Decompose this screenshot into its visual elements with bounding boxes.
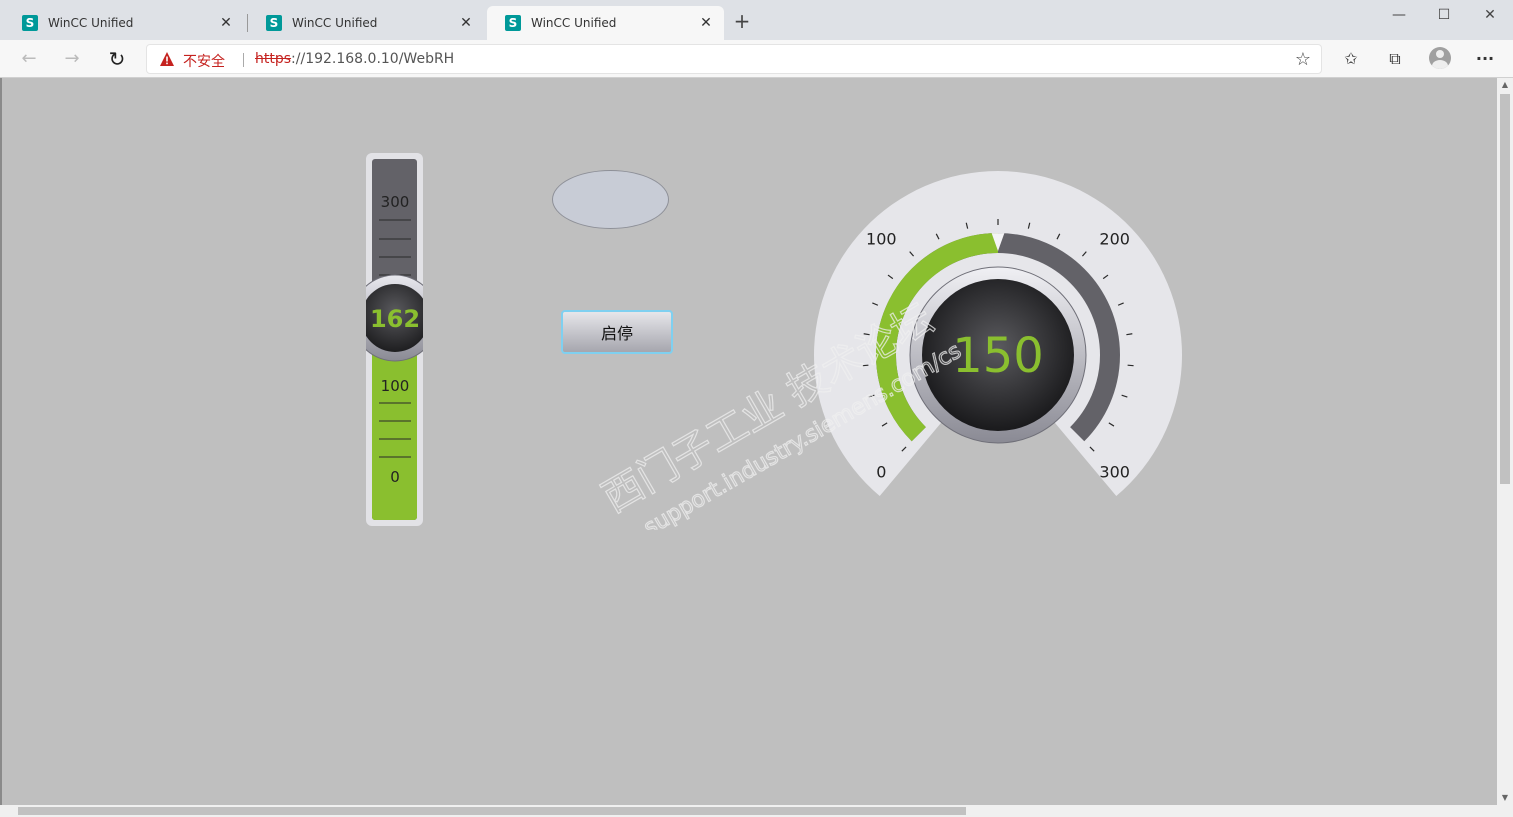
collections-icon[interactable]: ⧉	[1384, 48, 1406, 70]
url-host-path: ://192.168.0.10/WebRH	[291, 51, 455, 67]
gauge-value: 150	[952, 328, 1044, 384]
scroll-down-icon[interactable]: ▼	[1497, 791, 1513, 805]
back-button[interactable]: ←	[16, 46, 42, 72]
scrollbar-corner	[1497, 805, 1513, 817]
refresh-button[interactable]: ↻	[104, 46, 130, 72]
gauge: 0 100 200 300 150	[814, 171, 1182, 496]
favorites-icon[interactable]: ✩	[1340, 48, 1362, 70]
close-tab-icon[interactable]: ✕	[696, 15, 716, 31]
vertical-scroll-thumb[interactable]	[1500, 94, 1510, 484]
close-tab-icon[interactable]: ✕	[456, 15, 476, 31]
address-bar[interactable]: 不安全 https://192.168.0.10/WebRH ☆	[146, 44, 1322, 74]
profile-icon[interactable]	[1429, 47, 1451, 69]
start-stop-button[interactable]: 启停	[561, 310, 673, 354]
siemens-favicon-icon: S	[22, 15, 38, 31]
browser-tab[interactable]: S WinCC Unified ✕	[4, 6, 244, 40]
url-scheme: https	[255, 51, 292, 67]
gauge-tick-label-300: 300	[1099, 463, 1130, 482]
url-text[interactable]: https://192.168.0.10/WebRH	[255, 51, 454, 67]
warning-icon	[160, 52, 174, 66]
browser-toolbar: ← → ↻ 不安全 https://192.168.0.10/WebRH ☆ ✩…	[0, 40, 1513, 78]
tab-title: WinCC Unified	[48, 16, 134, 30]
slider-tick-label-100: 100	[381, 377, 410, 395]
slider-knob: 162	[366, 274, 423, 362]
add-favorite-icon[interactable]: ☆	[1295, 49, 1311, 70]
browser-tab[interactable]: S WinCC Unified ✕	[248, 6, 484, 40]
close-window-button[interactable]: ✕	[1467, 2, 1513, 28]
tab-title: WinCC Unified	[531, 16, 617, 30]
gauge-tick-label-200: 200	[1099, 229, 1130, 248]
horizontal-scroll-thumb[interactable]	[18, 807, 966, 815]
horizontal-scrollbar[interactable]	[0, 805, 1497, 817]
scroll-up-icon[interactable]: ▲	[1497, 78, 1513, 92]
minimize-button[interactable]: —	[1376, 2, 1422, 28]
slider-tick-label-300: 300	[381, 193, 410, 211]
siemens-favicon-icon: S	[505, 15, 521, 31]
forward-button[interactable]: →	[59, 46, 85, 72]
tab-strip: S WinCC Unified ✕ S WinCC Unified ✕ S Wi…	[0, 0, 1513, 40]
gauge-tick-label-100: 100	[866, 229, 897, 248]
tab-title: WinCC Unified	[292, 16, 378, 30]
address-divider	[243, 53, 244, 67]
slider-tick-label-0: 0	[390, 468, 400, 486]
slider-value: 162	[370, 305, 420, 333]
status-lamp	[552, 170, 669, 229]
value-slider[interactable]: 300 100 0 162	[366, 153, 423, 526]
browser-tab-active[interactable]: S WinCC Unified ✕	[487, 6, 724, 40]
more-icon[interactable]: ···	[1474, 48, 1496, 70]
page-left-edge	[0, 78, 2, 805]
close-tab-icon[interactable]: ✕	[216, 15, 236, 31]
security-status[interactable]: 不安全	[183, 51, 225, 71]
vertical-scrollbar[interactable]: ▲ ▼	[1497, 78, 1513, 805]
siemens-favicon-icon: S	[266, 15, 282, 31]
gauge-tick-label-0: 0	[876, 463, 886, 482]
maximize-button[interactable]: ☐	[1421, 2, 1467, 28]
new-tab-button[interactable]: +	[731, 10, 753, 32]
